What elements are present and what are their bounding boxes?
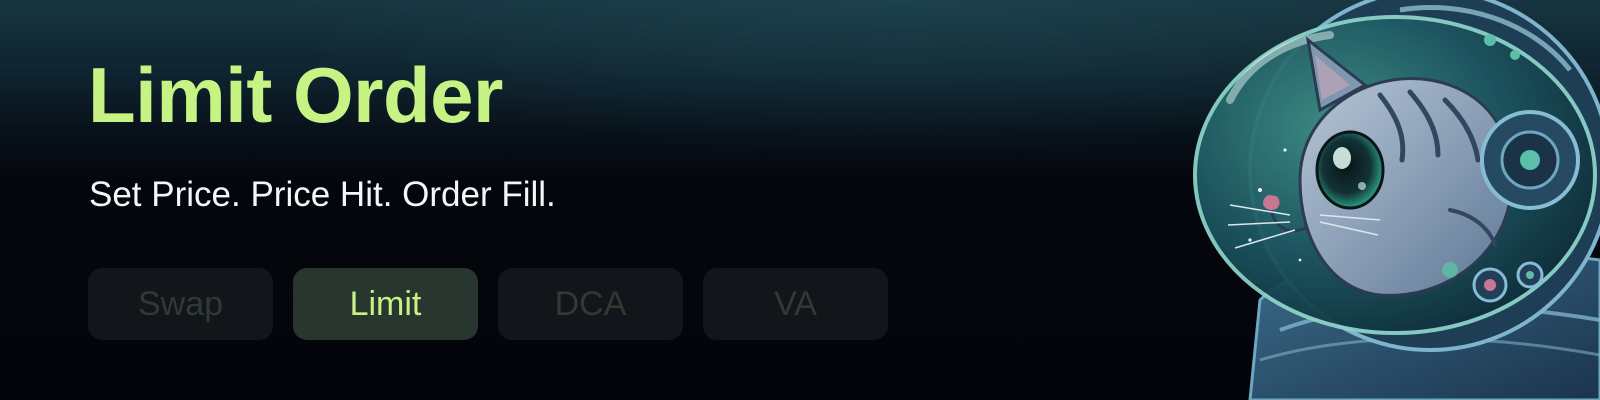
tab-swap[interactable]: Swap <box>88 268 273 340</box>
astronaut-cat-icon <box>1193 0 1600 400</box>
tab-va[interactable]: VA <box>703 268 888 340</box>
order-type-tabs: Swap Limit DCA VA <box>88 268 888 340</box>
page-title: Limit Order <box>88 51 503 139</box>
tab-limit[interactable]: Limit <box>293 268 478 340</box>
page-subtitle: Set Price. Price Hit. Order Fill. <box>89 175 556 214</box>
tab-dca[interactable]: DCA <box>498 268 683 340</box>
limit-order-banner: Limit Order Set Price. Price Hit. Order … <box>0 0 1600 400</box>
